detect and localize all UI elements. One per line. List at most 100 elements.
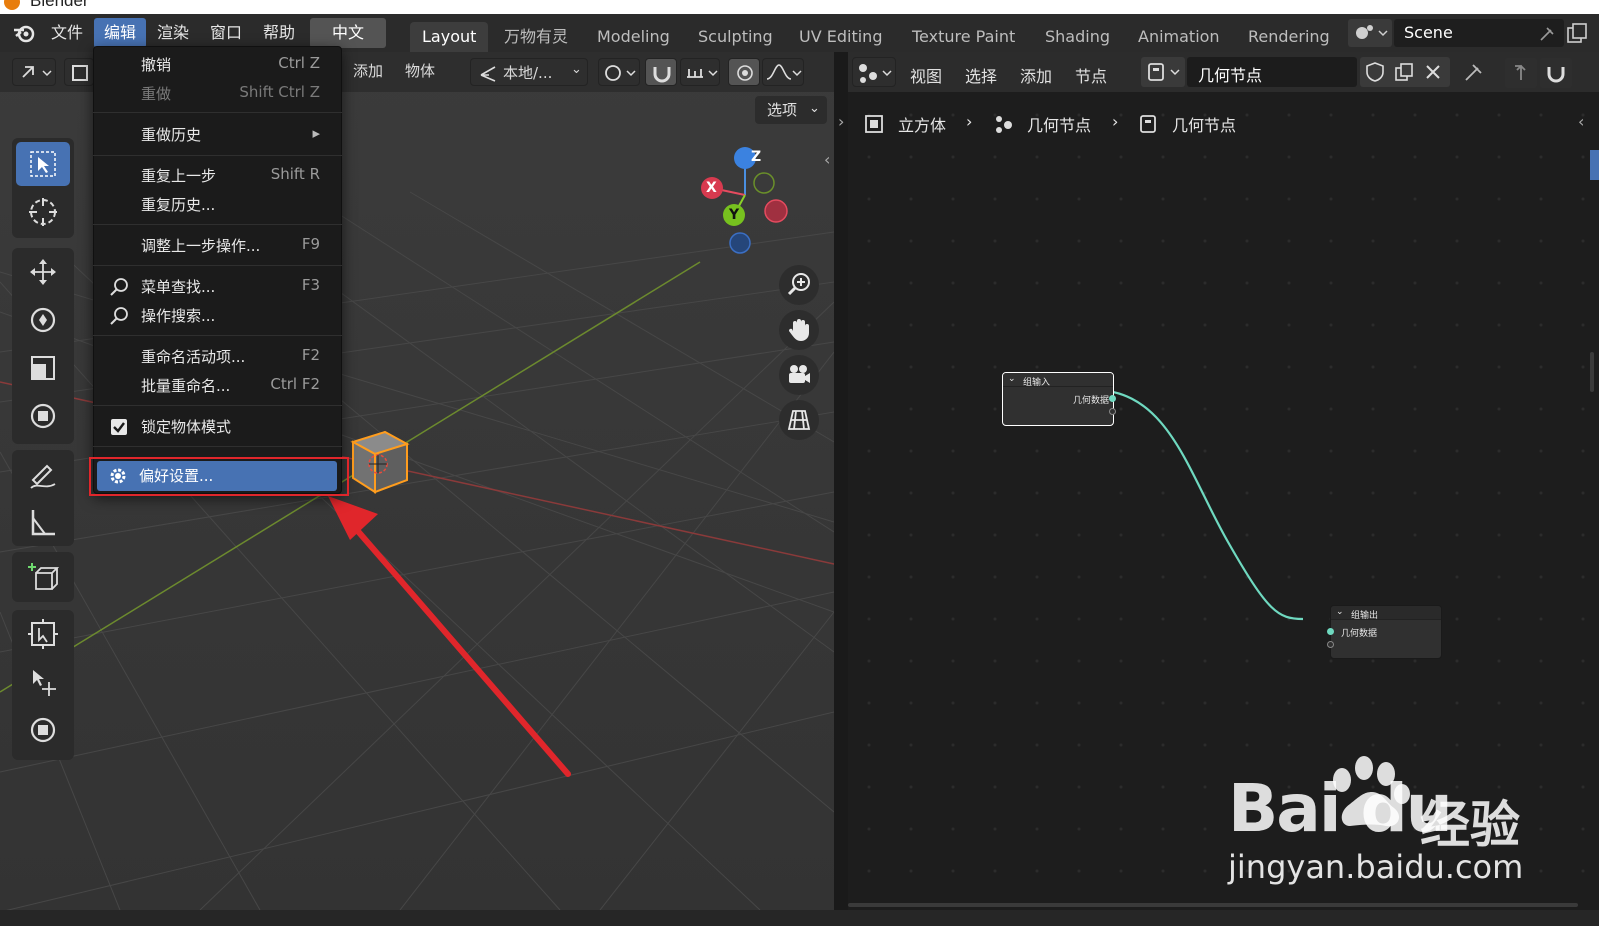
breadcrumb-modifier[interactable]: 几何节点 xyxy=(1027,112,1091,136)
node-editor-dot-grid xyxy=(848,52,1599,910)
tool-add-cube[interactable] xyxy=(16,555,70,599)
tool-scale[interactable] xyxy=(16,346,70,390)
node-editor-type-button[interactable] xyxy=(852,57,896,87)
node-menu-select[interactable]: 选择 xyxy=(965,63,997,87)
tool-transform[interactable] xyxy=(16,394,70,438)
menu-item-undo[interactable]: 撤销 Ctrl Z xyxy=(93,50,342,79)
menu-help[interactable]: 帮助 xyxy=(253,18,305,48)
menu-item-repeat-history[interactable]: 重复历史... xyxy=(93,190,342,219)
empty-input-socket[interactable] xyxy=(1327,641,1334,648)
pin-icon[interactable] xyxy=(1462,62,1484,84)
group-input-node[interactable]: ⌄ 组输入 几何数据 xyxy=(1002,372,1116,426)
transform-orientation-dropdown[interactable]: 本地/... ⌄ xyxy=(470,58,588,86)
checkbox-checked-icon[interactable] xyxy=(109,417,129,437)
menu-file[interactable]: 文件 xyxy=(41,18,93,48)
pivot-point-dropdown[interactable] xyxy=(598,58,640,86)
output-socket[interactable] xyxy=(1109,395,1116,402)
menu-item-batch-rename[interactable]: 批量重命名... Ctrl F2 xyxy=(93,371,342,400)
tool-rotate[interactable] xyxy=(16,298,70,342)
node-collapse-icon[interactable]: ⌄ xyxy=(1008,374,1016,384)
tool-cursor-move[interactable] xyxy=(16,660,70,704)
tab-layout[interactable]: Layout xyxy=(410,22,489,52)
menu-render[interactable]: 渲染 xyxy=(147,18,199,48)
menu-edit[interactable]: 编辑 xyxy=(94,18,147,48)
menu-item-redo[interactable]: 重做 Shift Ctrl Z xyxy=(93,79,342,108)
menu-window[interactable]: 窗口 xyxy=(200,18,252,48)
node-sidebar-toggle-icon[interactable]: ‹ xyxy=(1578,112,1584,131)
sidebar-tab-indicator[interactable] xyxy=(1590,150,1599,180)
viewport-options-dropdown[interactable]: 选项 ⌄ xyxy=(755,96,827,124)
annotation-arrow xyxy=(328,496,571,777)
node-title: 组输入 xyxy=(1023,378,1051,388)
zoom-button[interactable] xyxy=(779,265,819,305)
snap-toggle[interactable] xyxy=(645,58,677,86)
node-editor[interactable] xyxy=(848,52,1599,910)
menu-item-lock-object-modes[interactable]: 锁定物体模式 xyxy=(93,412,342,441)
snap-target-dropdown[interactable] xyxy=(680,58,720,86)
menu-item-operator-search[interactable]: 操作搜索... xyxy=(93,301,342,330)
viewport-add-menu[interactable]: 添加 xyxy=(353,60,383,81)
tab-wanwu[interactable]: 万物有灵 xyxy=(492,22,580,52)
tab-sculpting[interactable]: Sculpting xyxy=(686,22,785,52)
node-menu-add[interactable]: 添加 xyxy=(1020,63,1052,87)
scene-selector-button[interactable] xyxy=(1348,19,1392,47)
watermark-brand: Bai du xyxy=(1228,770,1453,847)
proportional-edit-toggle[interactable] xyxy=(728,58,760,86)
menu-item-label: 菜单查找... xyxy=(141,278,216,296)
editor-type-button[interactable] xyxy=(12,58,56,86)
duplicate-icon[interactable] xyxy=(1393,61,1415,83)
fake-user-shield-icon[interactable] xyxy=(1364,61,1386,83)
horizontal-scrollbar[interactable] xyxy=(848,903,1578,907)
tab-texture-paint[interactable]: Texture Paint xyxy=(900,22,1027,52)
tool-transform-extra[interactable] xyxy=(16,708,70,752)
socket-label: 几何数据 xyxy=(1073,396,1110,406)
node-menu-node[interactable]: 节点 xyxy=(1075,63,1107,87)
new-scene-icon[interactable] xyxy=(1565,22,1589,46)
close-icon[interactable] xyxy=(1422,61,1444,83)
input-socket[interactable] xyxy=(1327,628,1334,635)
tab-shading[interactable]: Shading xyxy=(1033,22,1122,52)
node-collapse-icon[interactable]: ⌄ xyxy=(1336,607,1344,617)
breadcrumb-node-tree[interactable]: 几何节点 xyxy=(1172,112,1236,136)
menu-item-label: 调整上一步操作... xyxy=(141,237,261,255)
axis-gizmo[interactable] xyxy=(688,140,808,260)
menu-item-rename-active[interactable]: 重命名活动项... F2 xyxy=(93,342,342,371)
menu-item-repeat-last[interactable]: 重复上一步 Shift R xyxy=(93,161,342,190)
vertical-scrollbar[interactable] xyxy=(1590,352,1594,392)
orientation-label: 本地/... xyxy=(503,64,553,82)
parent-node-tree-button[interactable] xyxy=(1505,58,1537,88)
tab-animation[interactable]: Animation xyxy=(1126,22,1232,52)
language-button[interactable]: 中文 xyxy=(310,18,386,48)
tool-shrink-fatten[interactable] xyxy=(16,612,70,656)
breadcrumb-object[interactable]: 立方体 xyxy=(898,112,946,136)
menu-item-adjust-last[interactable]: 调整上一步操作... F9 xyxy=(93,231,342,260)
node-snap-toggle[interactable] xyxy=(1540,58,1572,88)
area-divider[interactable] xyxy=(834,52,848,910)
tool-select-box[interactable] xyxy=(16,142,70,186)
group-output-node[interactable]: ⌄ 组输出 几何数据 xyxy=(1327,605,1442,659)
pan-button[interactable] xyxy=(779,310,819,350)
annotation-highlight-box xyxy=(89,457,349,496)
select-box-mode-button[interactable] xyxy=(64,58,94,86)
viewport-object-menu[interactable]: 物体 xyxy=(405,60,435,81)
menu-item-menu-search[interactable]: 菜单查找... F3 xyxy=(93,272,342,301)
camera-view-button[interactable] xyxy=(779,355,819,395)
blender-menu-icon[interactable] xyxy=(12,22,38,44)
node-menu-view[interactable]: 视图 xyxy=(910,63,942,87)
menu-item-redo-history[interactable]: 重做历史 ▸ xyxy=(93,120,342,149)
tab-rendering[interactable]: Rendering xyxy=(1236,22,1342,52)
tool-measure[interactable] xyxy=(16,500,70,544)
tool-cursor[interactable] xyxy=(16,190,70,234)
tool-annotate[interactable] xyxy=(16,452,70,496)
menu-item-label: 重做历史 xyxy=(141,126,202,144)
sidebar-toggle-icon[interactable]: ‹ xyxy=(824,150,830,169)
node-tree-browse-button[interactable] xyxy=(1141,57,1185,87)
empty-output-socket[interactable] xyxy=(1109,408,1116,415)
breadcrumb-toggle-icon[interactable]: › xyxy=(838,112,844,131)
perspective-toggle-button[interactable] xyxy=(779,400,819,440)
falloff-dropdown[interactable] xyxy=(762,58,804,86)
tab-uv-editing[interactable]: UV Editing xyxy=(787,22,894,52)
tool-move[interactable] xyxy=(16,250,70,294)
pin-icon[interactable] xyxy=(1537,24,1557,44)
tab-modeling[interactable]: Modeling xyxy=(585,22,682,52)
